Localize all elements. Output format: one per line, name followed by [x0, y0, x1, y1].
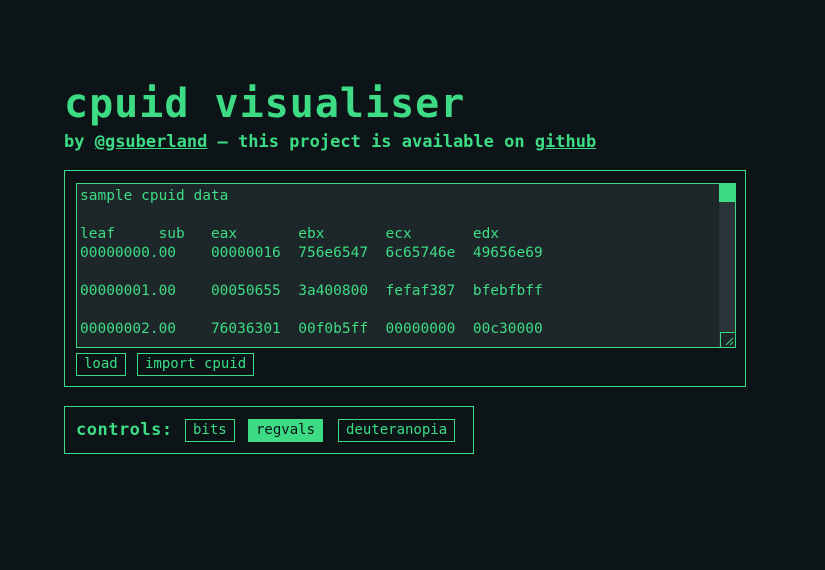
resize-grip-icon[interactable] — [720, 332, 735, 347]
page-title: cpuid visualiser — [64, 81, 466, 127]
author-link[interactable]: @gsuberland — [95, 132, 208, 152]
input-panel: sample cpuid data leaf sub eax ebx ecx e… — [64, 170, 746, 387]
cpuid-data-textarea[interactable]: sample cpuid data leaf sub eax ebx ecx e… — [76, 183, 736, 348]
controls-panel: controls: bits regvals deuteranopia — [64, 406, 474, 454]
load-button[interactable]: load — [76, 353, 126, 376]
byline-prefix: by — [64, 132, 95, 152]
github-link[interactable]: github — [535, 132, 596, 152]
deuteranopia-toggle-button[interactable]: deuteranopia — [338, 419, 456, 442]
bits-toggle-button[interactable]: bits — [185, 419, 235, 442]
regvals-toggle-button[interactable]: regvals — [248, 419, 324, 442]
controls-label: controls: — [76, 420, 173, 440]
cpuid-data-text[interactable]: sample cpuid data leaf sub eax ebx ecx e… — [77, 184, 735, 339]
byline: by @gsuberland — this project is availab… — [64, 131, 596, 153]
textarea-scrollbar[interactable] — [719, 184, 735, 347]
byline-middle: — this project is available on — [207, 132, 535, 152]
import-cpuid-button[interactable]: import cpuid — [137, 353, 255, 376]
scrollbar-thumb[interactable] — [719, 184, 735, 202]
